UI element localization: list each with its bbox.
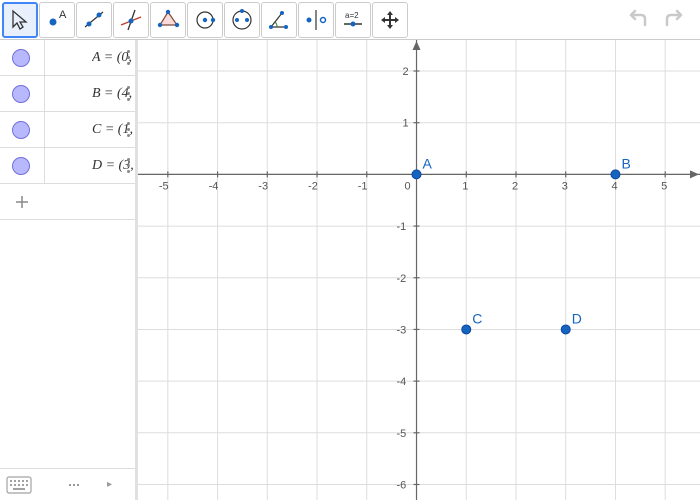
undo-button[interactable] xyxy=(622,4,654,36)
redo-button[interactable] xyxy=(658,4,690,36)
point-label-B: B xyxy=(621,155,630,171)
item-menu-icon[interactable] xyxy=(123,156,133,174)
svg-text:-3: -3 xyxy=(397,324,407,336)
tool-ellipse[interactable] xyxy=(224,2,260,38)
point-D[interactable] xyxy=(561,325,570,334)
algebra-item-D[interactable]: D = (3, - xyxy=(0,148,135,184)
svg-text:2: 2 xyxy=(403,66,409,78)
point-label-A: A xyxy=(423,155,433,171)
undo-redo-group xyxy=(622,4,698,36)
point-label-D: D xyxy=(572,310,582,326)
svg-text:0: 0 xyxy=(405,180,411,192)
point-B[interactable] xyxy=(611,170,620,179)
visibility-toggle[interactable] xyxy=(12,49,30,67)
svg-text:-3: -3 xyxy=(258,180,268,192)
tool-polygon[interactable] xyxy=(150,2,186,38)
point-C[interactable] xyxy=(462,325,471,334)
algebra-item-B[interactable]: B = (4, 0 xyxy=(0,76,135,112)
svg-text:5: 5 xyxy=(661,180,667,192)
svg-text:-2: -2 xyxy=(308,180,318,192)
tool-point[interactable]: A xyxy=(39,2,75,38)
visibility-toggle[interactable] xyxy=(12,85,30,103)
item-menu-icon[interactable] xyxy=(123,120,133,138)
algebra-view: A = (0, 0 B = (4, 0 C = (1, - D = (3, - xyxy=(0,40,138,500)
keyboard-icon[interactable] xyxy=(6,475,32,495)
svg-text:-2: -2 xyxy=(397,273,407,285)
svg-text:1: 1 xyxy=(462,180,468,192)
visibility-toggle[interactable] xyxy=(12,157,30,175)
tool-line[interactable] xyxy=(76,2,112,38)
svg-text:-5: -5 xyxy=(159,180,169,192)
svg-text:1: 1 xyxy=(403,118,409,130)
tool-perpendicular[interactable] xyxy=(113,2,149,38)
item-menu-icon[interactable] xyxy=(123,48,133,66)
tool-circle[interactable] xyxy=(187,2,223,38)
algebra-item-A[interactable]: A = (0, 0 xyxy=(0,40,135,76)
svg-text:-1: -1 xyxy=(358,180,368,192)
svg-text:2: 2 xyxy=(512,180,518,192)
algebra-item-C[interactable]: C = (1, - xyxy=(0,112,135,148)
tool-slider[interactable]: a=2 xyxy=(335,2,371,38)
panel-resize-handle[interactable]: ▸ xyxy=(69,481,129,489)
svg-text:-1: -1 xyxy=(397,221,407,233)
point-label-C: C xyxy=(472,310,482,326)
svg-text:-4: -4 xyxy=(209,180,219,192)
svg-text:a=2: a=2 xyxy=(345,11,359,20)
svg-text:A: A xyxy=(59,9,67,21)
tool-angle[interactable] xyxy=(261,2,297,38)
tool-move[interactable] xyxy=(2,2,38,38)
toolbar: A a=2 xyxy=(0,0,700,40)
item-menu-icon[interactable] xyxy=(123,84,133,102)
point-A[interactable] xyxy=(412,170,421,179)
tool-reflection[interactable] xyxy=(298,2,334,38)
add-item-button[interactable] xyxy=(0,184,135,220)
visibility-toggle[interactable] xyxy=(12,121,30,139)
graphics-view[interactable]: -5 -4 -3 -2 -1 0 1 2 3 4 5 -6 -5 -4 -3 -2 -1 1 2 A B C D xyxy=(138,40,700,500)
svg-text:-6: -6 xyxy=(397,479,407,491)
tool-move-view[interactable] xyxy=(372,2,408,38)
svg-text:-4: -4 xyxy=(397,376,407,388)
svg-text:3: 3 xyxy=(562,180,568,192)
svg-text:-5: -5 xyxy=(397,428,407,440)
svg-text:4: 4 xyxy=(611,180,617,192)
